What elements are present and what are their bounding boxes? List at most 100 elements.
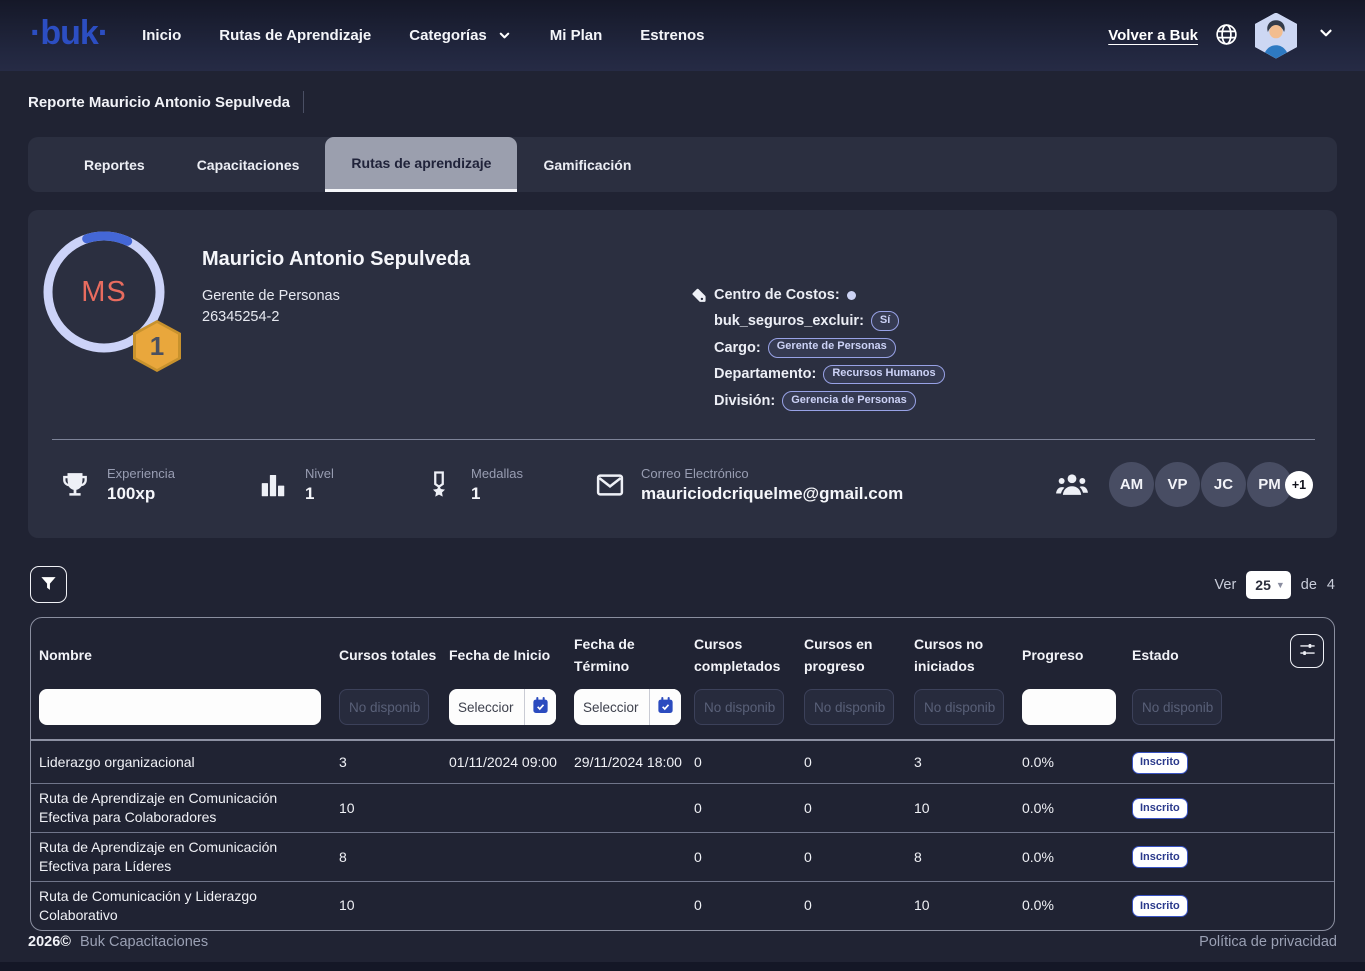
detail-label: buk_seguros_excluir: xyxy=(714,313,864,329)
tag-icon xyxy=(690,287,714,304)
profile-rut: 26345254-2 xyxy=(202,309,470,325)
cell-completados: 0 xyxy=(694,753,804,772)
filter-input-progreso[interactable] xyxy=(1022,689,1116,725)
cell-en-progreso: 0 xyxy=(804,799,914,818)
stat-label: Nivel xyxy=(305,466,334,481)
column-header-nombre: Nombre xyxy=(39,645,339,667)
filter-disabled-cursos-completados: No disponib xyxy=(694,689,784,725)
select-caret-icon: ▼ xyxy=(1276,580,1285,590)
ver-label: Ver xyxy=(1215,577,1237,593)
page-size-select[interactable]: 25 ▼ xyxy=(1246,571,1291,599)
table-row[interactable]: Ruta de Aprendizaje en Comunicación Efec… xyxy=(31,783,1334,832)
profile-details: Centro de Costos: buk_seguros_excluir:Sí C… xyxy=(714,286,945,418)
date-placeholder: Seleccior xyxy=(574,700,649,715)
cell-no-iniciados: 3 xyxy=(914,753,1022,772)
column-header-cursos-en-progreso: Cursos en progreso xyxy=(804,634,914,677)
detail-label: Departamento: xyxy=(714,366,816,382)
nav-item-mi-plan[interactable]: Mi Plan xyxy=(550,27,603,44)
detail-label: División: xyxy=(714,393,775,409)
nav-item-label: Inicio xyxy=(142,27,181,44)
detail-label: Cargo: xyxy=(714,340,761,356)
tab-gamificación[interactable]: Gamificación xyxy=(517,137,657,192)
envelope-icon xyxy=(594,470,624,500)
avatar-vp[interactable]: VP xyxy=(1155,462,1200,507)
date-placeholder: Seleccior xyxy=(449,700,524,715)
detail-badge: Gerente de Personas xyxy=(768,338,896,358)
status-badge: Inscrito xyxy=(1132,846,1188,868)
people-icon xyxy=(1054,468,1090,502)
cell-estado: Inscrito xyxy=(1132,797,1272,819)
cell-estado: Inscrito xyxy=(1132,895,1272,917)
avatar-am[interactable]: AM xyxy=(1109,462,1154,507)
nav-item-estrenos[interactable]: Estrenos xyxy=(640,27,704,44)
calendar-button[interactable] xyxy=(525,689,556,725)
nav-item-inicio[interactable]: Inicio xyxy=(142,27,181,44)
avatars-more-badge[interactable]: +1 xyxy=(1285,471,1313,499)
account-menu-chevron-icon[interactable] xyxy=(1317,24,1335,47)
stat-nivel: Nivel1 xyxy=(258,466,424,504)
status-badge: Inscrito xyxy=(1132,752,1188,774)
language-globe-button[interactable] xyxy=(1214,22,1239,50)
team-avatars: AMVPJCPM+1 xyxy=(1054,462,1313,507)
chevron-down-icon xyxy=(497,28,512,43)
cell-progreso: 0.0% xyxy=(1022,848,1132,867)
tab-reportes[interactable]: Reportes xyxy=(58,137,171,192)
nav-item-label: Rutas de Aprendizaje xyxy=(219,27,371,44)
filter-disabled-cursos-totales: No disponib xyxy=(339,689,429,725)
profile-card: MS 1 Mauricio Antonio Sepulveda Gerente … xyxy=(28,210,1337,538)
filter-date-fecha-de-término[interactable]: Seleccior xyxy=(574,689,681,725)
stat-label: Experiencia xyxy=(107,466,175,481)
breadcrumb-divider xyxy=(303,91,304,113)
nav-item-rutas-de-aprendizaje[interactable]: Rutas de Aprendizaje xyxy=(219,27,371,44)
user-avatar[interactable] xyxy=(1255,13,1297,59)
cell-completados: 0 xyxy=(694,848,804,867)
globe-icon xyxy=(1214,22,1239,50)
column-header-cursos-totales: Cursos totales xyxy=(339,645,449,667)
cell-nombre: Ruta de Aprendizaje en Comunicación Efec… xyxy=(39,789,339,827)
column-header-progreso: Progreso xyxy=(1022,645,1132,667)
profile-role: Gerente de Personas xyxy=(202,288,470,304)
stat-value: 1 xyxy=(471,484,523,504)
volver-a-buk-link[interactable]: Volver a Buk xyxy=(1108,27,1198,44)
buk-logo[interactable]: ·buk· xyxy=(30,16,108,56)
trophy-icon xyxy=(60,470,90,500)
table-row[interactable]: Liderazgo organizacional 3 01/11/2024 09:0… xyxy=(31,739,1334,783)
cell-nombre: Ruta de Comunicación y Liderazgo Colabor… xyxy=(39,887,339,925)
status-badge: Inscrito xyxy=(1132,895,1188,917)
table-row[interactable]: Ruta de Aprendizaje en Comunicación Efec… xyxy=(31,832,1334,881)
cell-cursos-totales: 8 xyxy=(339,848,449,867)
footer: 2026© Buk Capacitaciones Política de pri… xyxy=(0,922,1365,962)
filter-button[interactable] xyxy=(30,566,67,603)
report-tabs: ReportesCapacitacionesRutas de aprendiza… xyxy=(28,137,1337,192)
profile-name: Mauricio Antonio Sepulveda xyxy=(202,248,470,271)
bar-chart-icon xyxy=(258,470,288,500)
calendar-button[interactable] xyxy=(650,689,681,725)
stat-medallas: Medallas1 xyxy=(424,466,594,504)
stat-label: Correo Electrónico xyxy=(641,466,903,481)
detail-row: Cargo: Gerente de Personas xyxy=(714,338,945,358)
detail-row: Centro de Costos: xyxy=(714,286,945,304)
column-settings-button[interactable] xyxy=(1290,634,1324,668)
detail-label: Centro de Costos: xyxy=(714,287,840,303)
funnel-icon xyxy=(39,574,58,596)
tab-rutas-de-aprendizaje[interactable]: Rutas de aprendizaje xyxy=(325,137,517,192)
cell-cursos-totales: 10 xyxy=(339,896,449,915)
stat-correo-electrónico: Correo Electrónico mauriciodcriquelme@gma… xyxy=(594,466,949,504)
detail-row: buk_seguros_excluir:Sí xyxy=(714,311,945,331)
bottom-strip xyxy=(0,962,1365,971)
cell-en-progreso: 0 xyxy=(804,848,914,867)
cell-fecha-inicio: 01/11/2024 09:00 xyxy=(449,753,574,772)
detail-row: División:Gerencia de Personas xyxy=(714,391,945,411)
tab-capacitaciones[interactable]: Capacitaciones xyxy=(171,137,326,192)
avatar-jc[interactable]: JC xyxy=(1201,462,1246,507)
privacy-policy-link[interactable]: Política de privacidad xyxy=(1199,934,1337,950)
column-header-fecha-de-término: Fecha de Término xyxy=(574,634,694,677)
filter-date-fecha-de-inicio[interactable]: Seleccior xyxy=(449,689,556,725)
stat-value: mauriciodcriquelme@gmail.com xyxy=(641,484,903,504)
empty-value-dot xyxy=(847,291,856,300)
cell-nombre: Liderazgo organizacional xyxy=(39,753,339,772)
filter-input-nombre[interactable] xyxy=(39,689,321,725)
cell-completados: 0 xyxy=(694,799,804,818)
filter-disabled-cursos-no-iniciados: No disponib xyxy=(914,689,1004,725)
nav-item-categorías[interactable]: Categorías xyxy=(409,27,512,44)
